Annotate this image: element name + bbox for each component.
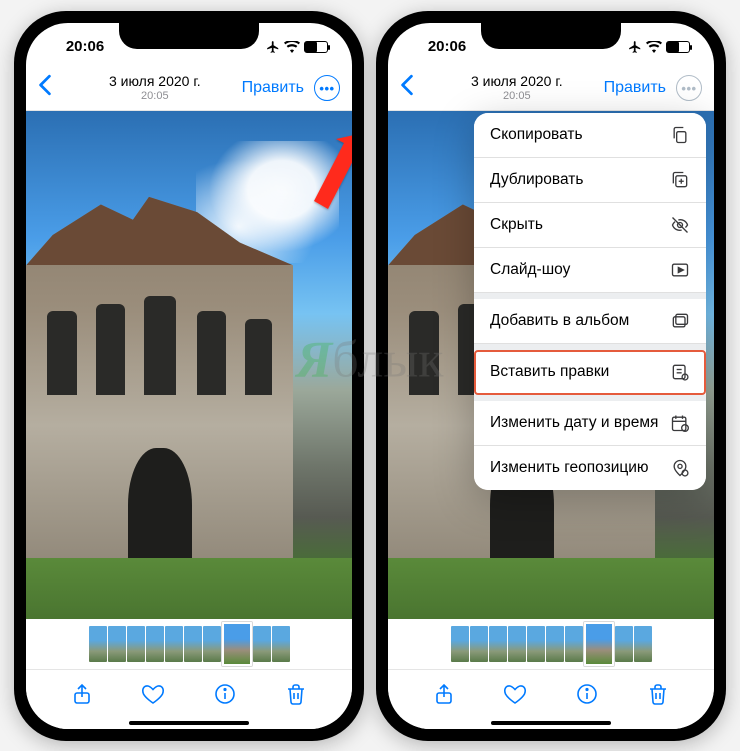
airplane-icon bbox=[266, 40, 280, 54]
thumbnail-strip[interactable] bbox=[388, 619, 714, 669]
status-time: 20:06 bbox=[412, 34, 482, 55]
nav-time: 20:05 bbox=[471, 90, 563, 102]
menu-edit-datetime[interactable]: Изменить дату и время bbox=[474, 401, 706, 446]
thumbnail[interactable] bbox=[508, 626, 526, 662]
thumbnail[interactable] bbox=[272, 626, 290, 662]
home-indicator[interactable] bbox=[491, 721, 611, 725]
menu-hide[interactable]: Скрыть bbox=[474, 203, 706, 248]
thumbnail[interactable] bbox=[146, 626, 164, 662]
share-button[interactable] bbox=[69, 681, 95, 707]
menu-separator bbox=[474, 344, 706, 350]
favorite-button[interactable] bbox=[502, 681, 528, 707]
photo-viewer[interactable] bbox=[26, 111, 352, 619]
calendar-icon bbox=[670, 413, 690, 433]
context-menu: Скопировать Дублировать Скрыть Слайд-шоу… bbox=[474, 113, 706, 490]
nav-title: 3 июля 2020 г. 20:05 bbox=[109, 74, 201, 101]
edit-button[interactable]: Править bbox=[242, 79, 304, 97]
location-icon bbox=[670, 458, 690, 478]
home-indicator[interactable] bbox=[129, 721, 249, 725]
thumbnail[interactable] bbox=[108, 626, 126, 662]
delete-button[interactable] bbox=[645, 681, 671, 707]
status-icons bbox=[248, 36, 328, 54]
thumbnail[interactable] bbox=[546, 626, 564, 662]
menu-add-to-album-label: Добавить в альбом bbox=[490, 312, 629, 330]
thumbnail[interactable] bbox=[253, 626, 271, 662]
slideshow-icon bbox=[670, 260, 690, 280]
nav-time: 20:05 bbox=[109, 90, 201, 102]
menu-copy[interactable]: Скопировать bbox=[474, 113, 706, 158]
info-button[interactable] bbox=[574, 681, 600, 707]
paste-edits-icon bbox=[670, 362, 690, 382]
notch bbox=[481, 23, 621, 49]
notch bbox=[119, 23, 259, 49]
menu-slideshow-label: Слайд-шоу bbox=[490, 261, 570, 279]
wifi-icon bbox=[646, 41, 662, 53]
menu-edit-datetime-label: Изменить дату и время bbox=[490, 414, 658, 432]
nav-bar: 3 июля 2020 г. 20:05 Править ••• bbox=[26, 67, 352, 111]
thumbnail[interactable] bbox=[165, 626, 183, 662]
menu-edit-location-label: Изменить геопозицию bbox=[490, 459, 649, 477]
screen-right: 20:06 3 июля 2020 г. 20:05 Править ••• bbox=[388, 23, 714, 729]
thumbnail[interactable] bbox=[184, 626, 202, 662]
menu-add-to-album[interactable]: Добавить в альбом bbox=[474, 299, 706, 344]
status-icons bbox=[610, 36, 690, 54]
thumbnail[interactable] bbox=[451, 626, 469, 662]
thumbnail[interactable] bbox=[203, 626, 221, 662]
battery-icon bbox=[666, 41, 690, 53]
menu-hide-label: Скрыть bbox=[490, 216, 543, 234]
thumbnail-selected[interactable] bbox=[584, 622, 614, 666]
menu-edit-location[interactable]: Изменить геопозицию bbox=[474, 446, 706, 490]
thumbnail[interactable] bbox=[527, 626, 545, 662]
bottom-toolbar bbox=[26, 669, 352, 729]
thumbnail[interactable] bbox=[127, 626, 145, 662]
nav-bar: 3 июля 2020 г. 20:05 Править ••• bbox=[388, 67, 714, 111]
nav-date: 3 июля 2020 г. bbox=[471, 74, 563, 89]
thumbnail[interactable] bbox=[615, 626, 633, 662]
thumbnail[interactable] bbox=[89, 626, 107, 662]
hide-icon bbox=[670, 215, 690, 235]
thumbnail[interactable] bbox=[565, 626, 583, 662]
edit-button[interactable]: Править bbox=[604, 79, 666, 97]
back-button[interactable] bbox=[38, 74, 68, 103]
status-time: 20:06 bbox=[50, 34, 120, 55]
phone-right: 20:06 3 июля 2020 г. 20:05 Править ••• bbox=[376, 11, 726, 741]
thumbnail-selected[interactable] bbox=[222, 622, 252, 666]
menu-duplicate-label: Дублировать bbox=[490, 171, 583, 189]
duplicate-icon bbox=[670, 170, 690, 190]
thumbnail[interactable] bbox=[470, 626, 488, 662]
bottom-toolbar bbox=[388, 669, 714, 729]
battery-icon bbox=[304, 41, 328, 53]
delete-button[interactable] bbox=[283, 681, 309, 707]
back-button[interactable] bbox=[400, 74, 430, 103]
thumbnail[interactable] bbox=[634, 626, 652, 662]
menu-duplicate[interactable]: Дублировать bbox=[474, 158, 706, 203]
copy-icon bbox=[670, 125, 690, 145]
more-button[interactable]: ••• bbox=[676, 75, 702, 101]
menu-paste-edits-label: Вставить правки bbox=[490, 363, 609, 381]
share-button[interactable] bbox=[431, 681, 457, 707]
screen-left: 20:06 3 июля 2020 г. 20:05 Править ••• bbox=[26, 23, 352, 729]
favorite-button[interactable] bbox=[140, 681, 166, 707]
thumbnail[interactable] bbox=[489, 626, 507, 662]
wifi-icon bbox=[284, 41, 300, 53]
menu-slideshow[interactable]: Слайд-шоу bbox=[474, 248, 706, 293]
nav-title: 3 июля 2020 г. 20:05 bbox=[471, 74, 563, 101]
airplane-icon bbox=[628, 40, 642, 54]
menu-copy-label: Скопировать bbox=[490, 126, 583, 144]
phone-left: 20:06 3 июля 2020 г. 20:05 Править ••• bbox=[14, 11, 364, 741]
menu-paste-edits[interactable]: Вставить правки bbox=[474, 350, 706, 395]
album-icon bbox=[670, 311, 690, 331]
thumbnail-strip[interactable] bbox=[26, 619, 352, 669]
nav-date: 3 июля 2020 г. bbox=[109, 74, 201, 89]
info-button[interactable] bbox=[212, 681, 238, 707]
more-button[interactable]: ••• bbox=[314, 75, 340, 101]
